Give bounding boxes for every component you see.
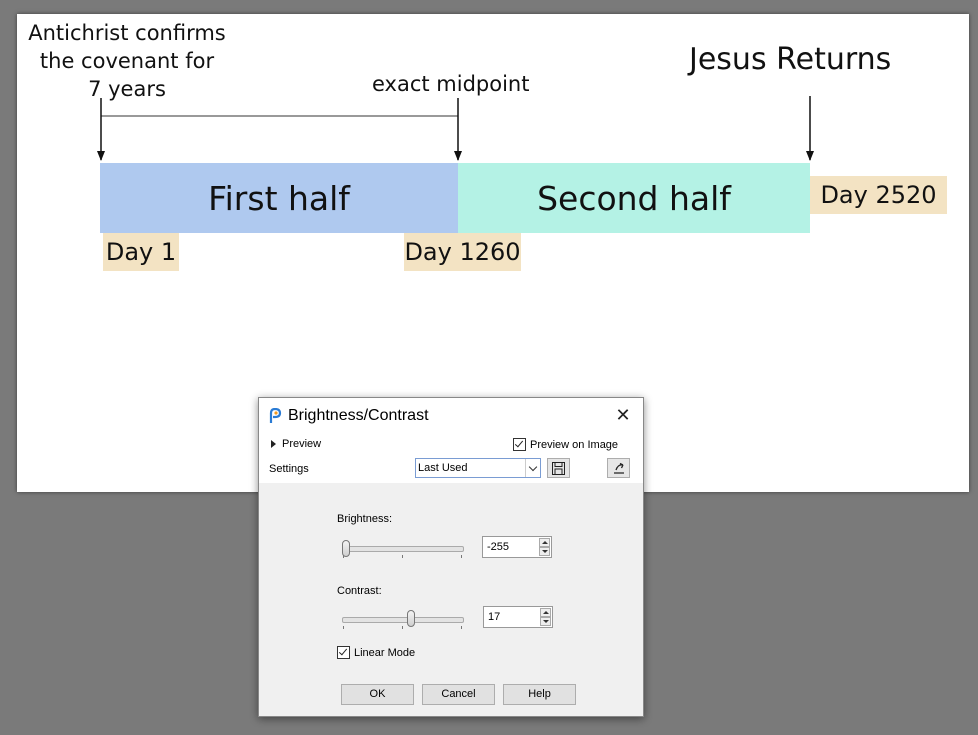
first-half-label: First half [208, 178, 350, 218]
spin-down-icon[interactable] [539, 547, 550, 556]
expand-triangle-icon [271, 440, 276, 448]
settings-select-value: Last Used [418, 462, 468, 474]
cancel-button[interactable]: Cancel [422, 684, 495, 705]
linear-mode-label: Linear Mode [354, 646, 416, 659]
contrast-slider[interactable] [342, 617, 464, 623]
second-half-label: Second half [537, 178, 731, 218]
checkbox-check-icon[interactable] [337, 646, 350, 659]
preview-toggle-label: Preview [282, 438, 322, 450]
preview-on-image-checkbox[interactable]: Preview on Image [513, 438, 618, 451]
spin-down-icon[interactable] [540, 617, 551, 626]
brightness-label: Brightness: [337, 513, 393, 525]
slider-tick [461, 626, 462, 629]
reset-button[interactable] [607, 458, 630, 478]
preview-toggle[interactable]: Preview [271, 438, 321, 450]
contrast-label: Contrast: [337, 585, 382, 597]
settings-label: Settings [269, 463, 309, 475]
second-half-bar: Second half [458, 163, 810, 233]
contrast-spinbox[interactable]: 17 [483, 606, 553, 628]
spin-up-icon[interactable] [540, 608, 551, 617]
settings-select[interactable]: Last Used [415, 458, 541, 478]
contrast-slider-thumb[interactable] [407, 610, 415, 627]
close-icon[interactable]: ✕ [611, 404, 635, 426]
day-2520-tag: Day 2520 [810, 176, 947, 214]
slider-tick [461, 555, 462, 558]
brightness-value[interactable]: -255 [487, 541, 509, 553]
reset-icon [613, 462, 624, 474]
slider-tick [402, 555, 403, 558]
brightness-slider[interactable] [342, 546, 464, 552]
linear-mode-checkbox[interactable]: Linear Mode [337, 646, 415, 659]
save-preset-button[interactable] [547, 458, 570, 478]
day-1-tag: Day 1 [103, 233, 179, 271]
contrast-value[interactable]: 17 [488, 611, 500, 623]
save-icon [552, 461, 565, 475]
spin-up-icon[interactable] [539, 538, 550, 547]
slider-tick [343, 626, 344, 629]
day-1260-tag: Day 1260 [404, 233, 521, 271]
chevron-down-icon[interactable] [525, 459, 540, 477]
help-button[interactable]: Help [503, 684, 576, 705]
preview-on-image-label: Preview on Image [530, 438, 619, 451]
ok-button[interactable]: OK [341, 684, 414, 705]
first-half-bar: First half [100, 163, 458, 233]
dialog-title: Brightness/Contrast [288, 407, 429, 424]
brightness-contrast-dialog: Brightness/Contrast ✕ Preview Preview on… [258, 397, 644, 717]
checkbox-check-icon[interactable] [513, 438, 526, 451]
slider-tick [402, 626, 403, 629]
brightness-spinbox[interactable]: -255 [482, 536, 552, 558]
paintshop-icon [269, 408, 282, 423]
brightness-slider-thumb[interactable] [342, 540, 350, 557]
